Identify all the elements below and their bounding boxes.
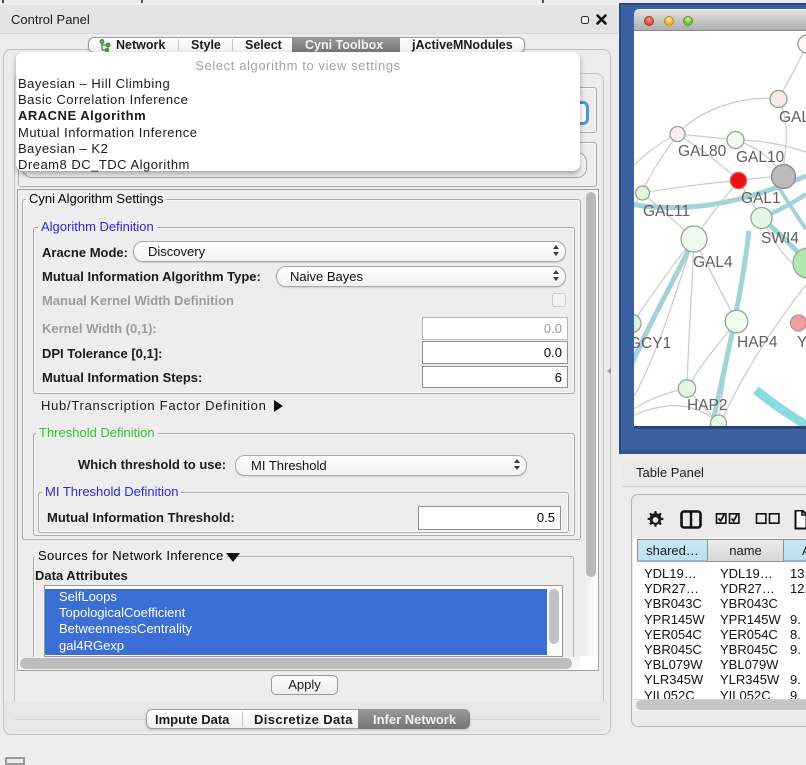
- svg-text:SWI4: SWI4: [761, 230, 799, 247]
- svg-text:GAL80: GAL80: [678, 143, 727, 160]
- svg-text:HAP2: HAP2: [687, 397, 728, 414]
- svg-text:GAL7: GAL7: [779, 109, 806, 126]
- svg-text:GAL10: GAL10: [736, 149, 785, 166]
- svg-text:GCY1: GCY1: [634, 335, 671, 352]
- svg-text:GAL4: GAL4: [693, 254, 733, 271]
- svg-text:HAP4: HAP4: [737, 334, 778, 351]
- svg-text:GAL11: GAL11: [643, 203, 690, 220]
- svg-text:GAL1: GAL1: [741, 190, 781, 207]
- svg-text:YM: YM: [797, 334, 806, 351]
